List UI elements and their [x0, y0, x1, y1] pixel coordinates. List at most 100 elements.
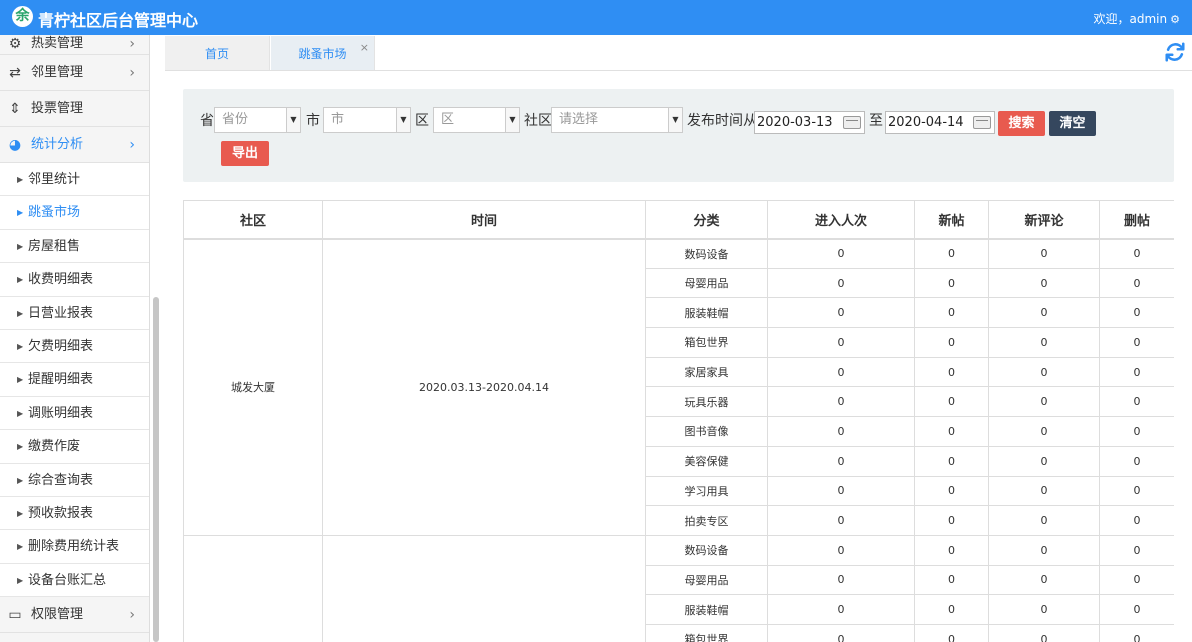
sidebar-item-label: 投票管理 — [31, 101, 84, 116]
province-label: 省 — [200, 113, 214, 129]
column-header[interactable]: 社区 — [183, 200, 323, 240]
visits-cell: 0 — [767, 564, 915, 596]
monitor-icon: ▭ — [8, 607, 22, 624]
category-cell: 服装鞋帽 — [645, 594, 768, 625]
deleted-posts-cell: 0 — [1099, 238, 1174, 269]
new-comments-cell: 0 — [988, 297, 1100, 329]
province-select[interactable]: 省份 ▼ — [214, 107, 301, 133]
column-header[interactable]: 删帖 — [1099, 200, 1174, 240]
filter-panel: 省 省份 ▼ 市 市 ▼ 区 区 ▼ 社区 请选择 ▼ 发布时间从 2020-0… — [183, 89, 1174, 182]
sidebar-subitem-daily-report[interactable]: ▶ 日营业报表 — [0, 296, 149, 330]
community-select[interactable]: 请选择 ▼ — [551, 107, 683, 133]
sidebar-subitem-equipment-ledger[interactable]: ▶ 设备台账汇总 — [0, 563, 149, 598]
category-cell: 箱包世界 — [645, 327, 768, 358]
new-posts-cell: 0 — [914, 505, 989, 536]
category-cell: 数码设备 — [645, 238, 768, 269]
sidebar-subitem-void-payments[interactable]: ▶ 缴费作废 — [0, 430, 149, 464]
district-select[interactable]: 区 ▼ — [433, 107, 520, 133]
column-header[interactable]: 新帖 — [914, 200, 989, 240]
sidebar-subitem-reminders[interactable]: ▶ 提醒明细表 — [0, 363, 149, 397]
table-row: 数码设备 0 0 0 0 — [183, 534, 1174, 642]
deleted-posts-cell: 0 — [1099, 594, 1174, 625]
swap-arrows-icon: ⇄ — [9, 65, 21, 81]
sidebar-subitem-general-query[interactable]: ▶ 综合查询表 — [0, 463, 149, 497]
sidebar-subitem-prepayments[interactable]: ▶ 预收款报表 — [0, 496, 149, 531]
date-from-input[interactable]: 2020-03-13 — [754, 111, 865, 134]
visits-cell: 0 — [767, 505, 915, 536]
sidebar-subitem-flea-market[interactable]: ▶ 跳蚤市场 — [0, 196, 149, 230]
app-title: 青柠社区后台管理中心 — [38, 11, 199, 30]
table-header-row: 社区 时间 分类 进入人次 新帖 新评论 删帖 — [183, 200, 1174, 240]
sidebar-subitem-adjustments[interactable]: ▶ 调账明细表 — [0, 396, 149, 431]
date-to-input[interactable]: 2020-04-14 — [885, 111, 995, 134]
dropdown-arrow-icon: ▼ — [505, 108, 519, 132]
new-posts-cell: 0 — [914, 267, 989, 299]
sidebar: ⚙ 热卖管理 › ⇄ 邻里管理 › ⇕ 投票管理 ◕ 统计分析 › ▶ 邻里统计… — [0, 35, 150, 642]
column-header[interactable]: 进入人次 — [767, 200, 915, 240]
refresh-icon[interactable] — [1164, 41, 1186, 63]
deleted-posts-cell: 0 — [1099, 445, 1174, 477]
new-posts-cell: 0 — [914, 416, 989, 447]
caret-right-icon: ▶ — [17, 575, 24, 585]
calendar-icon[interactable] — [973, 116, 991, 129]
deleted-posts-cell: 0 — [1099, 327, 1174, 358]
export-button[interactable]: 导出 — [221, 141, 269, 166]
sidebar-subitem-housing[interactable]: ▶ 房屋租售 — [0, 229, 149, 264]
date-to-label: 至 — [869, 113, 883, 129]
sidebar-item-hot-sale[interactable]: ⚙ 热卖管理 › — [0, 35, 149, 55]
visits-cell: 0 — [767, 386, 915, 418]
visits-cell: 0 — [767, 297, 915, 329]
column-header[interactable]: 分类 — [645, 200, 768, 240]
category-cell: 图书音像 — [645, 416, 768, 447]
sidebar-item-label: 热卖管理 — [31, 36, 84, 51]
sidebar-scrollbar[interactable] — [153, 297, 159, 642]
close-icon[interactable]: × — [360, 30, 369, 66]
deleted-posts-cell: 0 — [1099, 416, 1174, 447]
new-comments-cell: 0 — [988, 505, 1100, 536]
category-cell: 服装鞋帽 — [645, 297, 768, 329]
new-posts-cell: 0 — [914, 297, 989, 329]
visits-cell: 0 — [767, 238, 915, 269]
top-header: 余 青柠社区后台管理中心 欢迎，admin ⚙ — [0, 0, 1192, 35]
sidebar-subitem-fee-details[interactable]: ▶ 收费明细表 — [0, 263, 149, 297]
caret-right-icon: ▶ — [17, 175, 24, 184]
sidebar-subitem-arrears[interactable]: ▶ 欠费明细表 — [0, 329, 149, 364]
new-posts-cell: 0 — [914, 623, 989, 642]
sidebar-item-statistics[interactable]: ◕ 统计分析 › — [0, 127, 149, 163]
category-cell: 数码设备 — [645, 534, 768, 566]
new-posts-cell: 0 — [914, 594, 989, 625]
city-select[interactable]: 市 ▼ — [323, 107, 411, 133]
sidebar-item-label: 统计分析 — [31, 137, 84, 152]
category-cell: 玩具乐器 — [645, 386, 768, 418]
clear-button[interactable]: 清空 — [1049, 111, 1096, 136]
calendar-icon[interactable] — [843, 116, 861, 129]
column-header[interactable]: 新评论 — [988, 200, 1100, 240]
sidebar-subitem-neighbor-stats[interactable]: ▶ 邻里统计 — [0, 163, 149, 197]
sidebar-subitem-deleted-fees[interactable]: ▶ 删除费用统计表 — [0, 530, 149, 564]
table-row: 城发大厦 2020.03.13-2020.04.14 数码设备 0 0 0 0 — [183, 238, 1174, 536]
search-button[interactable]: 搜索 — [998, 111, 1045, 136]
sidebar-item-voting[interactable]: ⇕ 投票管理 — [0, 91, 149, 127]
column-header[interactable]: 时间 — [322, 200, 646, 240]
dropdown-arrow-icon: ▼ — [286, 108, 300, 132]
community-label: 社区 — [524, 113, 552, 129]
gear-icon: ⚙ — [8, 36, 22, 52]
tab-flea-market[interactable]: 跳蚤市场 × — [271, 36, 375, 70]
new-posts-cell: 0 — [914, 238, 989, 269]
sidebar-item-neighbors[interactable]: ⇄ 邻里管理 › — [0, 55, 149, 91]
user-menu[interactable]: 欢迎，admin ⚙ — [1094, 10, 1180, 27]
tab-bar: 首页 跳蚤市场 × — [165, 36, 1192, 71]
new-comments-cell: 0 — [988, 534, 1100, 566]
new-comments-cell: 0 — [988, 267, 1100, 299]
new-posts-cell: 0 — [914, 386, 989, 418]
stats-table: 社区 时间 分类 进入人次 新帖 新评论 删帖 城发大厦 2020.03.13-2… — [183, 200, 1174, 642]
deleted-posts-cell: 0 — [1099, 505, 1174, 536]
logo-icon: 余 — [12, 6, 33, 27]
new-posts-cell: 0 — [914, 327, 989, 358]
tab-home[interactable]: 首页 — [165, 36, 270, 70]
deleted-posts-cell: 0 — [1099, 475, 1174, 507]
sidebar-item-permissions[interactable]: ▭ 权限管理 › — [0, 597, 149, 634]
chevron-right-icon: › — [129, 65, 135, 81]
settings-icon[interactable]: ⚙ — [1170, 13, 1180, 26]
sort-icon: ⇕ — [9, 101, 21, 117]
